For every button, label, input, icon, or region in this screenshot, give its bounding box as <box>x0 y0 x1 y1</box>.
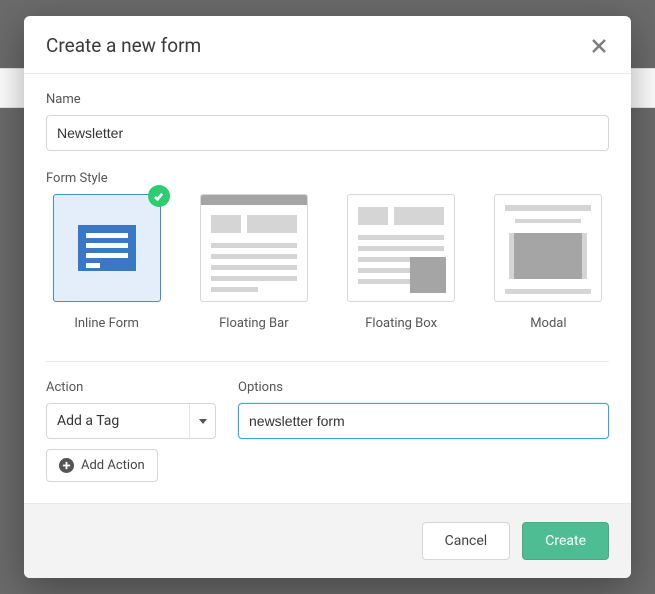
style-option-modal[interactable]: Modal <box>488 194 609 331</box>
divider <box>46 361 609 362</box>
style-option-floating-box[interactable]: Floating Box <box>341 194 462 331</box>
selected-badge <box>148 185 170 207</box>
action-select[interactable]: Add a Tag <box>46 403 216 439</box>
form-style-label: Form Style <box>46 171 609 186</box>
cancel-button[interactable]: Cancel <box>422 522 511 560</box>
select-caret <box>189 404 215 438</box>
name-input[interactable] <box>46 115 609 151</box>
plus-circle-icon <box>59 458 74 473</box>
action-row: Action Add a Tag Add Action Options <box>46 380 609 482</box>
cancel-label: Cancel <box>445 533 488 549</box>
style-caption: Inline Form <box>74 316 139 331</box>
close-button[interactable] <box>589 36 609 56</box>
style-option-inline[interactable]: Inline Form <box>46 194 167 331</box>
style-thumb-floating-bar <box>200 194 308 302</box>
style-caption: Floating Box <box>365 316 437 331</box>
add-action-label: Add Action <box>81 458 145 473</box>
style-thumb-inline <box>53 194 161 302</box>
style-caption: Modal <box>530 316 566 331</box>
form-style-options: Inline Form Floating Bar <box>46 194 609 331</box>
name-label: Name <box>46 92 609 107</box>
form-style-section: Form Style Inline Form <box>46 171 609 331</box>
action-label: Action <box>46 380 216 395</box>
add-action-button[interactable]: Add Action <box>46 449 158 482</box>
modal-footer: Cancel Create <box>24 503 631 578</box>
close-icon <box>591 38 607 54</box>
modal-header: Create a new form <box>24 16 631 74</box>
create-form-modal: Create a new form Name Form Style <box>24 16 631 578</box>
options-label: Options <box>238 380 609 395</box>
modal-body: Name Form Style Inli <box>24 74 631 503</box>
style-option-floating-bar[interactable]: Floating Bar <box>193 194 314 331</box>
options-input[interactable] <box>238 403 609 439</box>
check-icon <box>153 191 164 202</box>
create-label: Create <box>545 533 586 549</box>
style-thumb-modal <box>494 194 602 302</box>
action-select-value: Add a Tag <box>57 413 189 429</box>
style-caption: Floating Bar <box>219 316 289 331</box>
modal-title: Create a new form <box>46 34 201 57</box>
style-thumb-floating-box <box>347 194 455 302</box>
create-button[interactable]: Create <box>522 522 609 560</box>
caret-down-icon <box>198 416 208 426</box>
